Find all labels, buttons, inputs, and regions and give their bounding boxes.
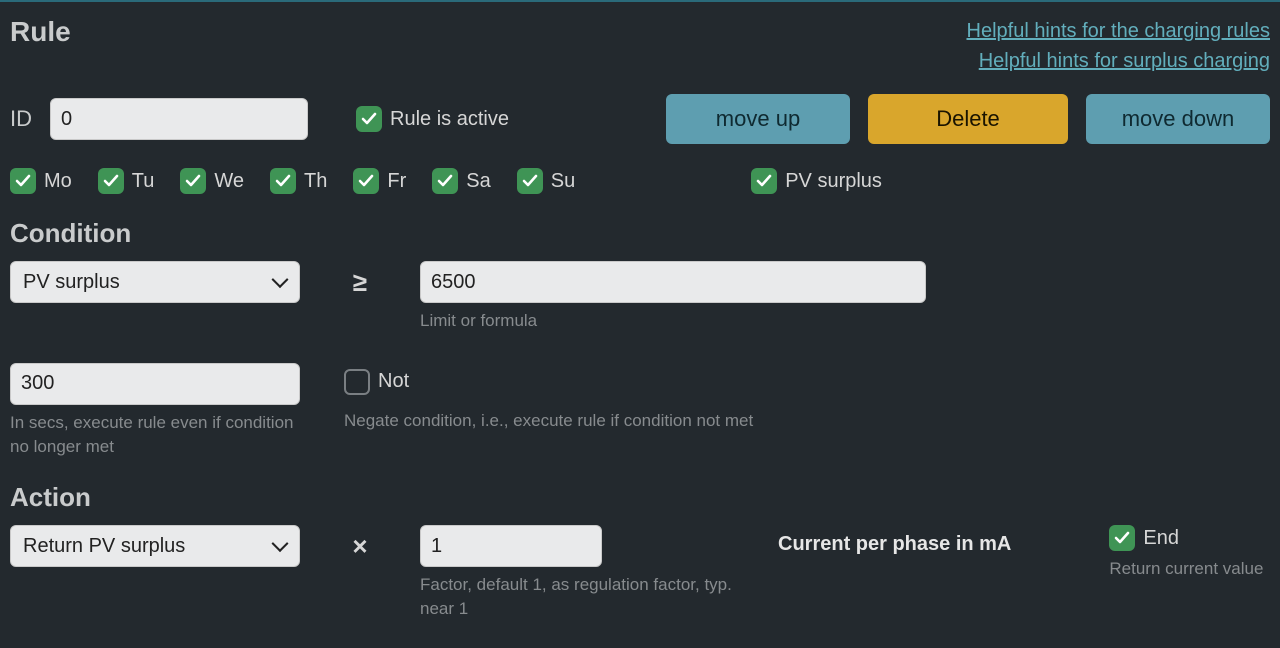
day-label: Tu bbox=[132, 170, 155, 193]
check-icon bbox=[10, 168, 36, 194]
id-input[interactable] bbox=[50, 98, 308, 140]
phase-label: Current per phase in mA bbox=[778, 525, 1011, 556]
pv-surplus-label: PV surplus bbox=[785, 170, 882, 193]
condition-title: Condition bbox=[10, 218, 1270, 249]
day-label: We bbox=[214, 170, 244, 193]
check-icon bbox=[180, 168, 206, 194]
end-label: End bbox=[1143, 527, 1179, 550]
check-icon bbox=[270, 168, 296, 194]
link-surplus-charging-hints[interactable]: Helpful hints for surplus charging bbox=[967, 46, 1271, 76]
not-sub: Negate condition, i.e., execute rule if … bbox=[344, 409, 753, 433]
check-icon bbox=[517, 168, 543, 194]
not-checkbox[interactable]: Not bbox=[344, 369, 753, 395]
condition-param-select[interactable]: PV surplus bbox=[10, 261, 300, 303]
move-up-button[interactable]: move up bbox=[666, 94, 850, 144]
day-label: Th bbox=[304, 170, 327, 193]
operator-symbol: ≥ bbox=[338, 261, 382, 298]
link-charging-rules-hints[interactable]: Helpful hints for the charging rules bbox=[967, 16, 1271, 46]
limit-input[interactable] bbox=[420, 261, 926, 303]
check-icon bbox=[356, 106, 382, 132]
day-sa-checkbox[interactable]: Sa bbox=[432, 168, 490, 194]
day-label: Su bbox=[551, 170, 575, 193]
check-icon bbox=[432, 168, 458, 194]
end-sub: Return current value bbox=[1109, 557, 1263, 581]
day-label: Sa bbox=[466, 170, 490, 193]
secs-sub: In secs, execute rule even if condition … bbox=[10, 411, 300, 459]
checkbox-empty-icon bbox=[344, 369, 370, 395]
limit-sub: Limit or formula bbox=[420, 309, 740, 333]
end-checkbox[interactable]: End bbox=[1109, 525, 1263, 551]
move-down-button[interactable]: move down bbox=[1086, 94, 1270, 144]
day-label: Fr bbox=[387, 170, 406, 193]
rule-active-label: Rule is active bbox=[390, 108, 509, 131]
multiply-symbol: × bbox=[338, 525, 382, 562]
factor-input[interactable] bbox=[420, 525, 602, 567]
day-su-checkbox[interactable]: Su bbox=[517, 168, 575, 194]
action-param-select[interactable]: Return PV surplus bbox=[10, 525, 300, 567]
check-icon bbox=[98, 168, 124, 194]
rule-active-checkbox[interactable]: Rule is active bbox=[356, 106, 509, 132]
check-icon bbox=[751, 168, 777, 194]
day-mo-checkbox[interactable]: Mo bbox=[10, 168, 72, 194]
pv-surplus-checkbox[interactable]: PV surplus bbox=[751, 168, 882, 194]
delete-button[interactable]: Delete bbox=[868, 94, 1068, 144]
day-th-checkbox[interactable]: Th bbox=[270, 168, 327, 194]
day-tu-checkbox[interactable]: Tu bbox=[98, 168, 155, 194]
factor-sub: Factor, default 1, as regulation factor,… bbox=[420, 573, 740, 621]
day-label: Mo bbox=[44, 170, 72, 193]
page-title: Rule bbox=[10, 16, 71, 48]
secs-input[interactable] bbox=[10, 363, 300, 405]
check-icon bbox=[353, 168, 379, 194]
id-label: ID bbox=[10, 106, 32, 132]
day-fr-checkbox[interactable]: Fr bbox=[353, 168, 406, 194]
check-icon bbox=[1109, 525, 1135, 551]
action-title: Action bbox=[10, 482, 1270, 513]
not-label: Not bbox=[378, 370, 409, 393]
day-we-checkbox[interactable]: We bbox=[180, 168, 244, 194]
